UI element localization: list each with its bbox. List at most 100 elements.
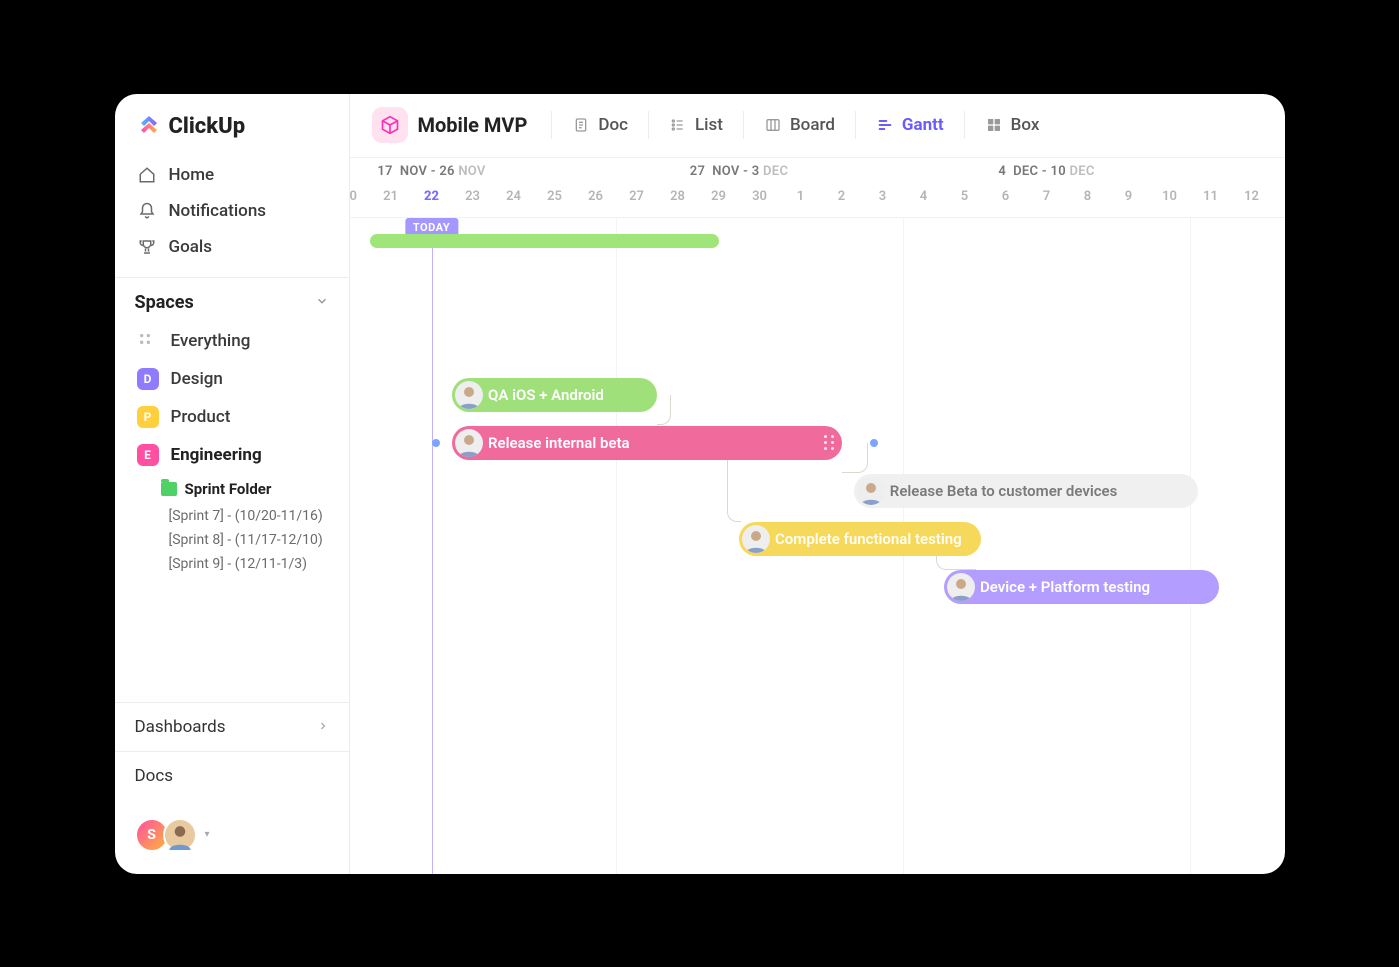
spaces-header[interactable]: Spaces — [115, 277, 349, 323]
brand[interactable]: ClickUp — [115, 94, 349, 153]
space-label: Product — [171, 407, 231, 427]
day-label: 11 — [1191, 189, 1231, 204]
view-tab-board[interactable]: Board — [750, 107, 849, 143]
doc-icon — [572, 116, 590, 134]
timeline-header: 17 NOV - 26 NOV27 NOV - 3 DEC4 DEC - 10 … — [350, 158, 1285, 218]
day-label: 22 — [412, 189, 452, 204]
timeline-body[interactable]: TODAYQA iOS + AndroidRelease internal be… — [350, 218, 1285, 874]
task-label: Release Beta to customer devices — [890, 482, 1118, 500]
nav-docs[interactable]: Docs — [115, 751, 349, 800]
day-label: 23 — [453, 189, 493, 204]
day-label: 29 — [699, 189, 739, 204]
dependency-line — [842, 443, 868, 473]
nav-notifications[interactable]: Notifications — [125, 193, 339, 229]
space-label: Engineering — [171, 445, 262, 465]
resize-handle-icon[interactable] — [824, 435, 834, 451]
sprint-item[interactable]: [Sprint 8] - (11/17-12/10) — [123, 528, 341, 552]
view-tab-list-label: List — [695, 115, 723, 135]
view-tab-board-label: Board — [790, 115, 835, 135]
day-label: 25 — [535, 189, 575, 204]
spaces-list: Everything D Design PProduct E Engineering S… — [115, 323, 349, 588]
task-label: Device + Platform testing — [980, 578, 1150, 596]
day-label: 9 — [1109, 189, 1149, 204]
divider — [743, 111, 744, 139]
space-everything[interactable]: Everything — [123, 323, 341, 360]
view-tab-box[interactable]: Box — [971, 107, 1054, 143]
main-content: Mobile MVP Doc List Board Gantt — [350, 94, 1285, 874]
grid-line — [616, 218, 617, 874]
board-icon — [764, 116, 782, 134]
space-item-engineering[interactable]: E Engineering — [123, 436, 341, 474]
sprint-item[interactable]: [Sprint 7] - (10/20-11/16) — [123, 504, 341, 528]
day-label: 26 — [576, 189, 616, 204]
cube-icon — [372, 107, 408, 143]
task-label: Release internal beta — [488, 434, 630, 452]
box-icon — [985, 116, 1003, 134]
gantt-bar-device[interactable]: Device + Platform testing — [944, 570, 1219, 604]
grid-dots-icon — [137, 331, 159, 352]
day-label: 30 — [740, 189, 780, 204]
assignee-avatar — [947, 573, 975, 601]
day-label: 10 — [1150, 189, 1190, 204]
chevron-right-icon — [317, 717, 329, 737]
project-title: Mobile MVP — [418, 113, 528, 137]
sprint-folder[interactable]: Sprint Folder — [123, 474, 341, 504]
day-label: 2 — [822, 189, 862, 204]
app-frame: ClickUp Home Notifications Goals — [115, 94, 1285, 874]
workspace-members[interactable]: S ▾ — [115, 800, 349, 874]
gantt-bar-qa[interactable]: QA iOS + Android — [452, 378, 657, 412]
day-label: 21 — [371, 189, 411, 204]
primary-nav: Home Notifications Goals — [115, 153, 349, 277]
spaces-title: Spaces — [135, 292, 194, 313]
view-tab-box-label: Box — [1011, 115, 1040, 135]
space-badge: D — [137, 368, 159, 390]
day-label: 6 — [986, 189, 1026, 204]
assignee-avatar — [455, 381, 483, 409]
task-label: QA iOS + Android — [488, 386, 604, 404]
chevron-down-icon — [315, 292, 329, 313]
day-label: 24 — [494, 189, 534, 204]
view-tab-gantt-label: Gantt — [902, 115, 944, 135]
space-item-product[interactable]: PProduct — [123, 398, 341, 436]
milestone-dot[interactable] — [432, 439, 440, 447]
gantt-bar-beta-ext[interactable]: Release Beta to customer devices — [854, 474, 1198, 508]
avatar — [163, 818, 197, 852]
topbar: Mobile MVP Doc List Board Gantt — [350, 94, 1285, 158]
view-tab-list[interactable]: List — [655, 107, 737, 143]
nav-home-label: Home — [169, 165, 215, 185]
space-item-design[interactable]: D Design — [123, 360, 341, 398]
nav-home[interactable]: Home — [125, 157, 339, 193]
assignee-avatar — [742, 525, 770, 553]
nav-goals[interactable]: Goals — [125, 229, 339, 265]
date-range-label: 27 NOV - 3 DEC — [690, 164, 788, 179]
gantt-timeline[interactable]: 17 NOV - 26 NOV27 NOV - 3 DEC4 DEC - 10 … — [350, 158, 1285, 874]
day-label: 28 — [658, 189, 698, 204]
day-label: 3 — [863, 189, 903, 204]
dependency-line — [727, 456, 741, 522]
day-label: 7 — [1027, 189, 1067, 204]
divider — [964, 111, 965, 139]
space-badge: E — [137, 444, 159, 466]
sprint-item[interactable]: [Sprint 9] - (12/11-1/3) — [123, 552, 341, 576]
assignee-avatar — [857, 477, 885, 505]
list-icon — [669, 116, 687, 134]
gantt-bar-func[interactable]: Complete functional testing — [739, 522, 981, 556]
view-tab-gantt[interactable]: Gantt — [862, 107, 958, 143]
assignee-avatar — [455, 429, 483, 457]
nav-dashboards[interactable]: Dashboards — [115, 702, 349, 751]
home-icon — [137, 166, 157, 184]
day-label: 4 — [904, 189, 944, 204]
docs-label: Docs — [135, 766, 174, 786]
divider — [551, 111, 552, 139]
brand-name: ClickUp — [169, 114, 246, 139]
breadcrumb[interactable]: Mobile MVP — [372, 107, 546, 143]
gantt-bar-release[interactable]: Release internal beta — [452, 426, 842, 460]
gantt-bar-summary[interactable] — [370, 234, 719, 248]
folder-icon — [161, 482, 177, 496]
milestone-dot[interactable] — [870, 439, 878, 447]
view-tab-doc[interactable]: Doc — [558, 107, 642, 143]
divider — [855, 111, 856, 139]
space-label: Design — [171, 369, 223, 389]
day-label: 20 — [350, 189, 370, 204]
bell-icon — [137, 202, 157, 220]
